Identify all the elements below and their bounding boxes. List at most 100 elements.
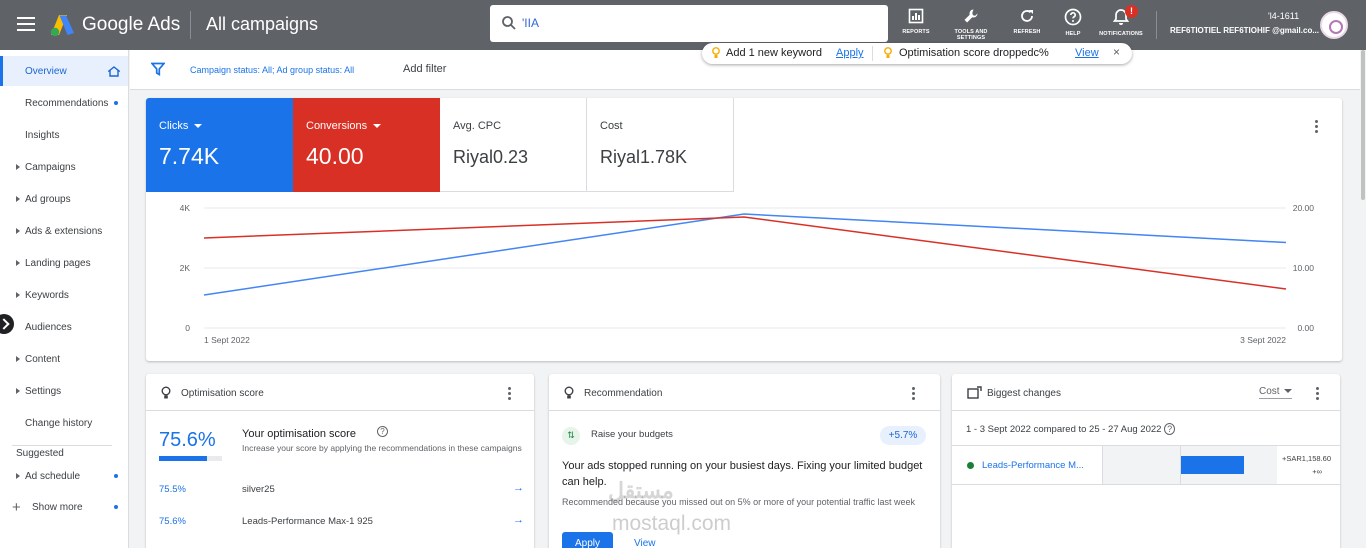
metric-label: Clicks [159,120,189,132]
more-options-icon[interactable] [912,387,916,402]
performance-chart-card: Clicks 7.74K Conversions 40.00 Avg. CPC … [146,98,1342,361]
sidebar-item-campaigns[interactable]: Campaigns [0,152,128,182]
search-value: 'IIA [522,16,539,30]
reports-button[interactable]: REPORTS [886,8,946,35]
metric-value: Riyal0.23 [453,147,529,167]
reports-label: REPORTS [902,29,930,35]
help-icon[interactable]: ? [377,426,388,437]
sidebar-item-settings[interactable]: Settings [0,376,128,406]
sidebar-item-label: Campaigns [25,161,76,173]
add-filter-button[interactable]: Add filter [403,63,446,75]
account-id: 'l4-1611 [1268,11,1300,21]
scrollbar-thumb[interactable] [1361,50,1365,200]
sidebar-item-label: Landing pages [25,257,91,269]
date-range: 1 - 3 Sept 2022 compared to 25 - 27 Aug … [966,423,1176,435]
show-more-button[interactable]: + Show more [0,492,128,522]
y-tick-label-right: 20.00 [1293,203,1315,213]
row-campaign: silver25 [242,484,275,495]
header-divider [190,11,191,39]
sidebar-item-recommendations[interactable]: Recommendations [0,88,128,118]
more-options-icon[interactable] [1315,120,1319,135]
metric-cost[interactable]: Cost Riyal1.78K [587,98,734,192]
notifications-button[interactable]: ! NOTIFICATIONS [1091,5,1151,37]
sidebar-item-content[interactable]: Content [0,344,128,374]
caret-right-icon [16,164,20,170]
date-range-text: 1 - 3 Sept 2022 compared to 25 - 27 Aug … [966,424,1162,435]
page-title: All campaigns [206,14,319,34]
chart-cell [1102,446,1180,484]
apply-button[interactable]: Apply [562,532,613,548]
scrollbar[interactable] [1360,50,1366,548]
campaign-status-filter[interactable]: Campaign status: All; Ad group status: A… [190,65,354,75]
metric-label: Cost [600,120,623,132]
card-header: Biggest changes Cost [952,374,1340,411]
filter-icon[interactable] [151,62,165,76]
metric-select[interactable]: Cost [1259,386,1292,399]
optimisation-score-fill [159,456,207,461]
brand-name: Google Ads [82,14,181,35]
arrow-right-icon[interactable]: → [513,514,524,526]
menu-icon[interactable] [17,17,35,31]
metric-conversions[interactable]: Conversions 40.00 [293,98,440,192]
status-dot [967,462,974,469]
tools-button[interactable]: TOOLS AND SETTINGS [941,8,1001,41]
metric-select-value: Cost [1259,386,1280,397]
metric-value: Riyal1.78K [600,147,688,167]
sidebar-item-insights[interactable]: Insights [0,120,128,150]
card-title: Biggest changes [987,388,1061,399]
more-options-icon[interactable] [508,387,512,402]
series-line-conversions [203,216,1287,290]
biggest-changes-card: Biggest changes Cost 1 - 3 Sept 2022 com… [952,374,1340,548]
campaign-name[interactable]: Leads-Performance M... [982,460,1084,471]
metric-avg-cpc[interactable]: Avg. CPC Riyal0.23 [440,98,587,192]
optimisation-description: Increase your score by applying the reco… [242,443,522,453]
search-icon [502,16,516,30]
score-message: Optimisation score droppedc% [899,47,1049,59]
watermark-arabic: مستقل [608,478,674,503]
notifications-label: NOTIFICATIONS [1099,31,1143,37]
dropdown-icon [1283,389,1292,394]
change-value: +SAR1,158.60 [1282,454,1331,463]
help-icon[interactable]: ? [1164,423,1176,435]
sidebar-item-audiences[interactable]: Audiences [0,312,128,342]
refresh-icon [1021,10,1033,22]
sidebar-item-keywords[interactable]: Keywords [0,280,128,310]
sidebar-item-label: Overview [25,65,67,77]
table-row[interactable]: Leads-Performance M... +SAR1,158.60 +∞ [952,445,1340,485]
search-input[interactable]: 'IIA [490,5,888,42]
dropdown-icon [373,124,382,129]
row-score: 75.6% [159,516,186,527]
sidebar-item-overview[interactable]: Overview [0,56,128,86]
top-bar: Google Ads All campaigns 'IIA REPORTS TO… [0,0,1366,50]
metric-label: Avg. CPC [453,120,502,132]
y-tick-label-right: 0.00 [1297,323,1314,333]
budget-icon: ⇅ [562,427,580,445]
metric-label: Conversions [306,120,368,132]
sidebar-item-ad-groups[interactable]: Ad groups [0,184,128,214]
close-icon[interactable]: × [1113,45,1120,59]
change-percent: +∞ [1312,467,1322,476]
y-tick-label-right: 10.00 [1293,263,1315,273]
sidebar-item-label: Settings [25,385,62,397]
sidebar-item-change-history[interactable]: Change history [0,408,128,438]
lightbulb-icon [884,47,892,58]
recommendation-name: Raise your budgets [591,429,673,440]
card-header: Recommendation [549,374,940,411]
apply-keyword-link[interactable]: Apply [836,47,864,59]
arrow-right-icon[interactable]: → [513,482,524,494]
view-link[interactable]: View [634,538,656,548]
pill-divider [872,46,873,61]
sidebar-item-label: Insights [25,129,60,141]
metric-clicks[interactable]: Clicks 7.74K [146,98,293,192]
avatar[interactable] [1320,11,1348,39]
account-email: REF6TIOTIEL REF6TIOHIF @gmail.co... [1170,26,1320,35]
sidebar-item-ad-schedule[interactable]: Ad schedule [0,461,128,491]
sidebar-item-landing-pages[interactable]: Landing pages [0,248,128,278]
sidebar-item-ads-extensions[interactable]: Ads & extensions [0,216,128,246]
card-title: Optimisation score [181,388,264,399]
new-dot [114,505,118,509]
more-options-icon[interactable] [1316,387,1320,402]
notification-badge: ! [1125,5,1138,18]
row-score: 75.5% [159,484,186,495]
view-score-link[interactable]: View [1075,47,1099,59]
